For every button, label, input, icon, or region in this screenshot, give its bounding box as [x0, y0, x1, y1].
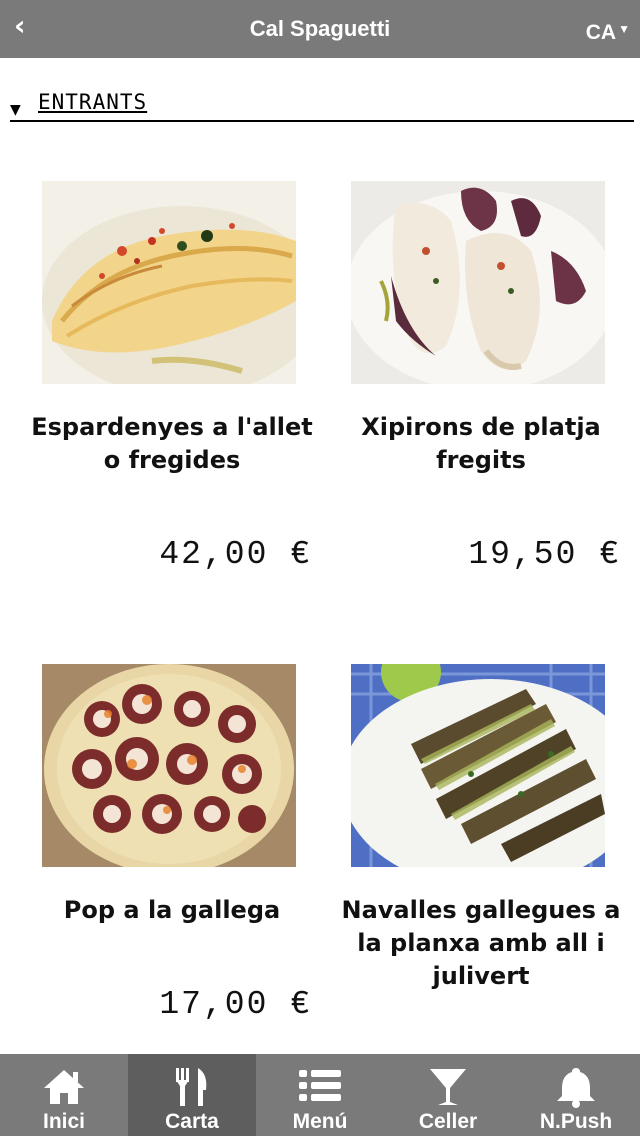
- tab-label: Menú: [292, 1110, 348, 1133]
- tab-menu[interactable]: Menú: [256, 1054, 384, 1136]
- tab-label: Inici: [42, 1110, 85, 1133]
- tab-celler[interactable]: Celler: [384, 1054, 512, 1136]
- bell-icon: [512, 1066, 640, 1110]
- tab-inici[interactable]: Inici: [0, 1054, 128, 1136]
- section-title[interactable]: ENTRANTS: [38, 90, 147, 114]
- chevron-down-icon: ▼: [618, 22, 630, 36]
- page-title: Cal Spaguetti: [249, 16, 391, 41]
- language-selector[interactable]: CA ▼: [586, 15, 630, 47]
- pop-photo[interactable]: [42, 664, 296, 867]
- top-bar: ‹ Cal Spaguetti CA ▼: [0, 0, 640, 58]
- item-name: Xipirons de platja fregits: [361, 413, 601, 474]
- item-price: 19,50 €: [468, 536, 621, 573]
- cocktail-glass-icon: [384, 1066, 512, 1110]
- espardenyes-photo[interactable]: [42, 181, 296, 384]
- tab-label: Carta: [165, 1110, 219, 1133]
- tab-carta[interactable]: Carta: [128, 1054, 256, 1136]
- language-code: CA: [585, 21, 617, 44]
- tab-label: N.Push: [539, 1110, 613, 1133]
- item-price: 42,00 €: [159, 536, 312, 573]
- item-name: Navalles gallegues a la planxa amb all i…: [341, 896, 621, 990]
- xipirons-photo[interactable]: [351, 181, 605, 384]
- item-name: Espardenyes a l'allet o fregides: [31, 413, 313, 474]
- navalles-photo[interactable]: [351, 664, 605, 867]
- fork-knife-icon: [128, 1066, 256, 1110]
- section-header[interactable]: ▼ ENTRANTS: [10, 88, 634, 122]
- tab-label: Celler: [418, 1110, 478, 1133]
- item-name: Pop a la gallega: [63, 896, 281, 924]
- collapse-arrow-icon: ▼: [10, 102, 21, 118]
- home-icon: [0, 1066, 128, 1110]
- tab-npush[interactable]: N.Push: [512, 1054, 640, 1136]
- bottom-tab-bar: Inici Carta Menú Celler N.Push: [0, 1054, 640, 1136]
- item-price: 17,00 €: [159, 986, 312, 1023]
- list-icon: [256, 1066, 384, 1110]
